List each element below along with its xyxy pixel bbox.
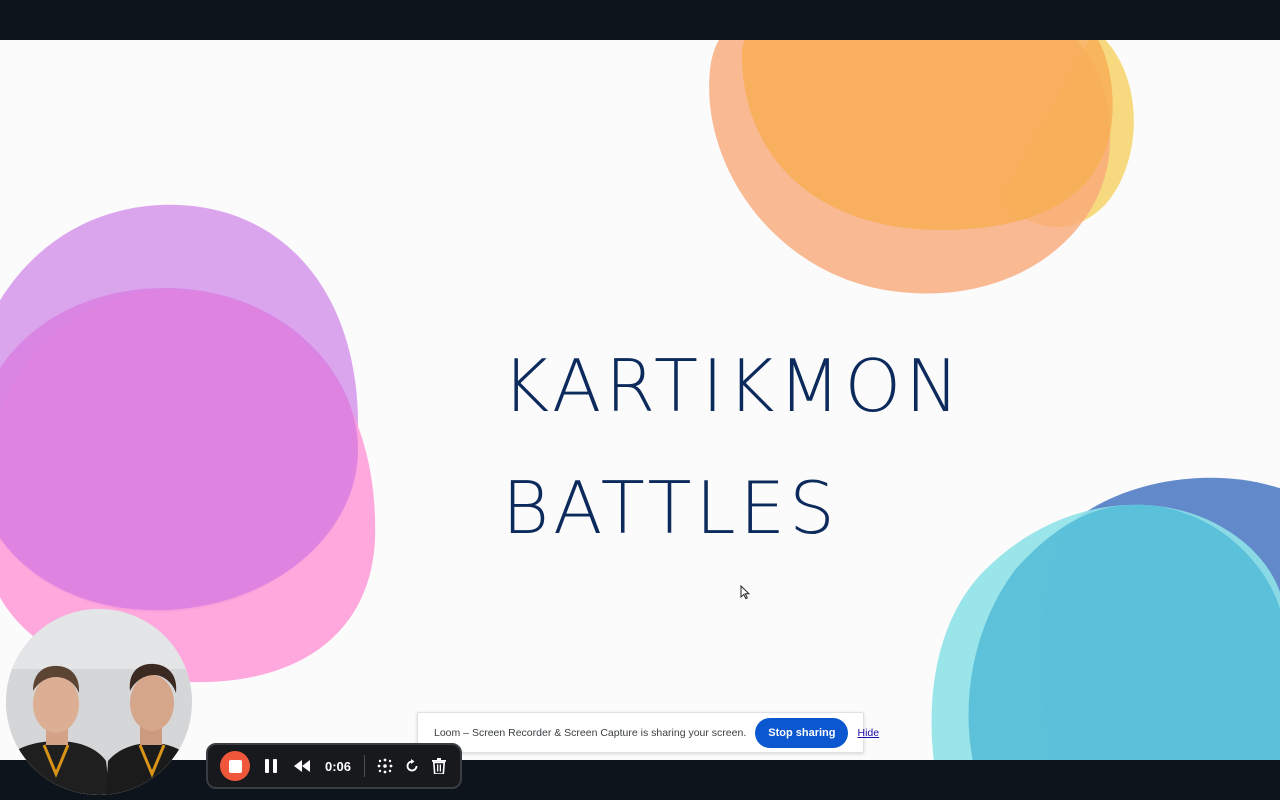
webcam-bubble[interactable] bbox=[6, 609, 192, 795]
trash-icon bbox=[432, 758, 447, 774]
restart-icon bbox=[406, 759, 418, 772]
slide-title-line-2: BATTLES bbox=[502, 466, 839, 550]
drawing-tools-button[interactable] bbox=[375, 751, 395, 781]
top-letterbox bbox=[0, 0, 1280, 40]
rewind-button[interactable] bbox=[290, 751, 314, 781]
restart-button[interactable] bbox=[401, 751, 423, 781]
slide-title-line-1: KARTIKMON bbox=[502, 344, 964, 428]
mouse-pointer-icon bbox=[740, 585, 750, 600]
stop-recording-icon bbox=[228, 759, 242, 773]
bottom-letterbox bbox=[0, 760, 1280, 800]
rewind-icon bbox=[294, 760, 310, 772]
pause-button[interactable] bbox=[260, 751, 282, 781]
screen-share-notification: Loom – Screen Recorder & Screen Capture … bbox=[417, 712, 879, 753]
hide-link[interactable]: Hide bbox=[857, 727, 879, 739]
drawing-tools-icon bbox=[377, 758, 393, 774]
webcam-feed bbox=[6, 609, 192, 795]
stop-recording-button[interactable] bbox=[220, 751, 250, 781]
stop-sharing-button[interactable]: Stop sharing bbox=[755, 717, 849, 748]
share-message: Loom – Screen Recorder & Screen Capture … bbox=[434, 726, 747, 739]
decorative-blob-top-right bbox=[709, 40, 1134, 294]
recording-timer: 0:06 bbox=[325, 758, 352, 774]
controls-divider bbox=[364, 755, 366, 777]
loom-recording-controls: 0:06 bbox=[206, 743, 462, 789]
presentation-slide: KARTIKMON BATTLES bbox=[0, 40, 1280, 760]
pause-icon bbox=[265, 759, 277, 773]
decorative-blob-bottom-right bbox=[931, 477, 1280, 760]
delete-recording-button[interactable] bbox=[428, 751, 450, 781]
